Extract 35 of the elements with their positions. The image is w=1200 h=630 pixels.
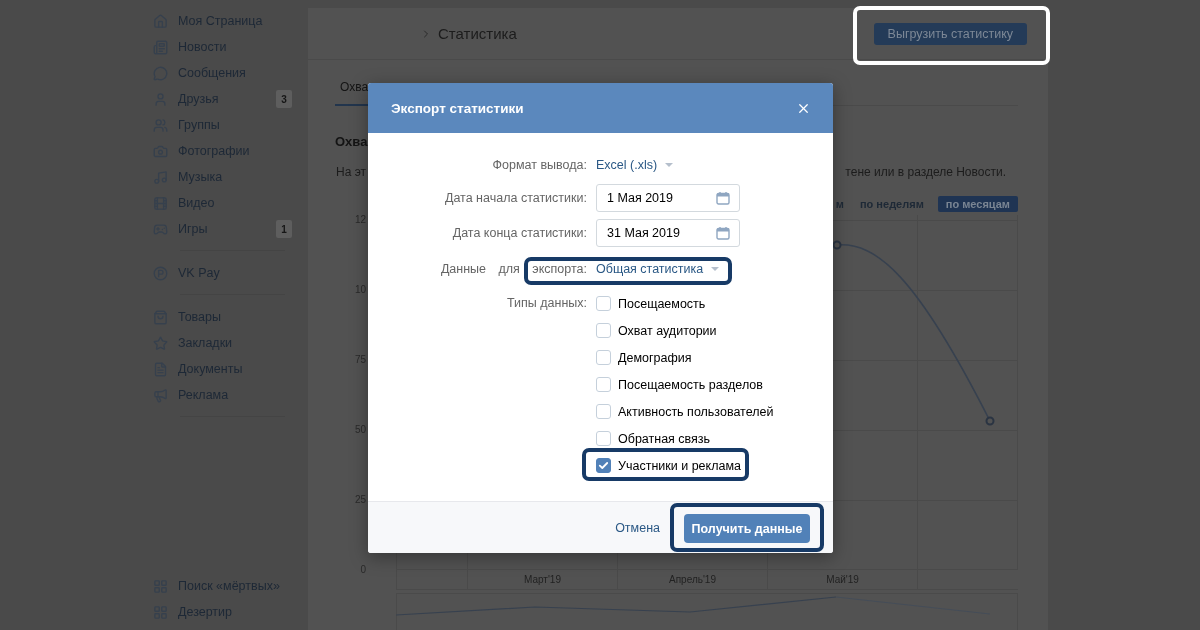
caret-icon (665, 163, 674, 167)
field-label: Формат вывода: (491, 158, 587, 172)
caret-icon (711, 267, 720, 271)
checkbox[interactable] (596, 377, 611, 392)
section-heading: Охва (335, 133, 368, 151)
option-label: Обратная связь (618, 431, 711, 446)
dropdown[interactable]: Общая статистика (596, 262, 720, 276)
field-label: Дата конца статистики: (451, 226, 587, 240)
option-label: Охват аудитории (618, 323, 717, 338)
dropdown[interactable]: Excel (.xls) (596, 158, 674, 172)
field-label: Типы данных: (505, 295, 587, 312)
export-button[interactable]: Выгрузить статистику (873, 23, 1027, 45)
field-label: Дата начала статистики: (443, 191, 587, 205)
checkbox[interactable] (596, 431, 611, 446)
checkbox[interactable] (596, 458, 611, 473)
option-label: Активность пользователей (618, 404, 774, 419)
submit-button[interactable]: Получить данные (684, 514, 810, 543)
checkbox[interactable] (596, 404, 611, 419)
option-label: Демография (618, 350, 692, 365)
option-label: Участники и реклама (618, 458, 741, 473)
calendar-icon[interactable] (716, 191, 730, 205)
checkbox[interactable] (596, 323, 611, 338)
count-badge: 3 (276, 90, 292, 108)
checkbox[interactable] (596, 296, 611, 311)
dialog-title: Экспорт статистики (391, 100, 524, 116)
date-field[interactable]: 31 Мая 2019 (596, 219, 740, 247)
option-label: Посещаемость разделов (618, 377, 763, 392)
count-badge: 1 (276, 220, 292, 238)
field-label: Данные для экспорта: (439, 262, 587, 276)
period-toggle[interactable]: по месяцам (937, 196, 1018, 212)
option-label: Посещаемость (618, 296, 706, 311)
cancel-link[interactable]: Отмена (615, 520, 660, 535)
checkbox[interactable] (596, 350, 611, 365)
calendar-icon[interactable] (716, 226, 730, 240)
date-field[interactable]: 1 Мая 2019 (596, 184, 740, 212)
